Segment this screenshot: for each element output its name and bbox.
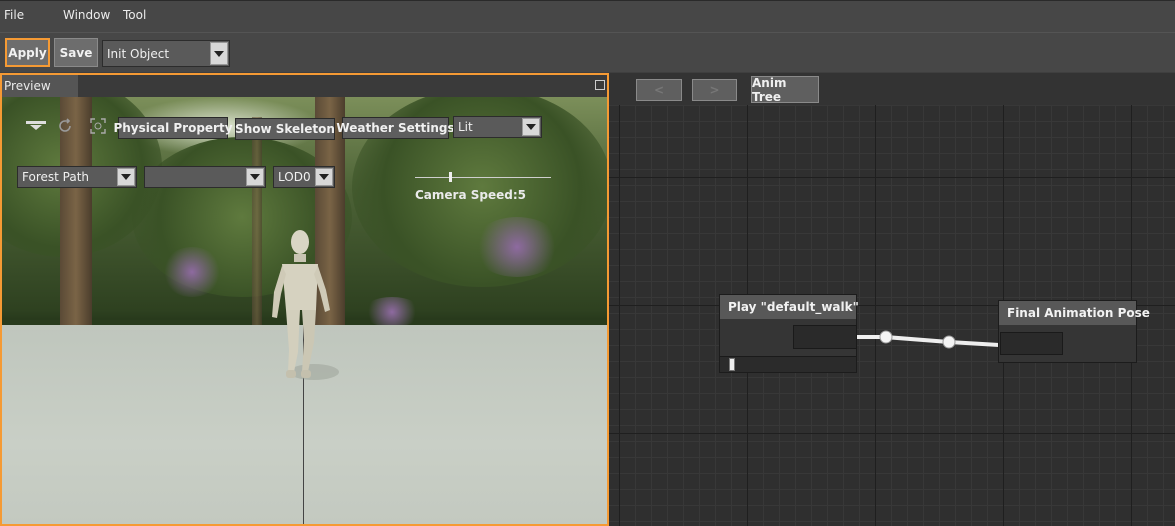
chevron-down-icon <box>210 42 228 65</box>
preview-panel: Preview Physical Property Show Skeleton … <box>0 73 609 526</box>
flowers <box>162 247 222 297</box>
lod-value: LOD0 <box>278 170 311 184</box>
node-final-animation-pose[interactable]: Final Animation Pose <box>998 300 1150 363</box>
anim-graph-panel[interactable]: < > Anim Tree Play "default_walk" Final … <box>609 73 1175 526</box>
main-toolbar: Apply Save Init Object <box>0 32 1175 72</box>
chevron-down-icon <box>246 168 264 186</box>
chevron-down-icon <box>315 168 333 186</box>
node-progress-handle[interactable] <box>729 358 735 371</box>
apply-button[interactable]: Apply <box>5 38 50 67</box>
flowers <box>362 297 422 327</box>
camera-speed-slider-thumb[interactable] <box>449 172 452 182</box>
environment-value: Forest Path <box>22 170 90 184</box>
menu-bar: File Window Tool <box>0 0 1175 32</box>
lighting-mode-value: Lit <box>458 120 473 134</box>
editor-app: File Window Tool Apply Save Init Object … <box>0 0 1175 526</box>
back-button[interactable]: < <box>636 79 682 101</box>
view-menu-button[interactable] <box>22 116 50 136</box>
menu-bar-border <box>0 0 1175 1</box>
preview-viewport[interactable]: Physical Property Show Skeleton Weather … <box>2 97 607 524</box>
flowers <box>472 217 562 277</box>
node-output-slot[interactable] <box>793 325 857 349</box>
forward-button-label: > <box>709 83 720 97</box>
node-title: Final Animation Pose <box>999 301 1150 325</box>
object-select[interactable]: Init Object <box>102 40 230 67</box>
anim-tree-button[interactable]: Anim Tree <box>751 76 819 104</box>
fit-view-icon[interactable] <box>87 116 109 136</box>
chevron-down-icon <box>522 118 540 136</box>
menu-tool[interactable]: Tool <box>123 8 146 22</box>
camera-speed-label: Camera Speed:5 <box>415 188 526 202</box>
chevron-down-icon <box>117 168 135 186</box>
tab-preview[interactable]: Preview <box>2 75 78 97</box>
save-button[interactable]: Save <box>54 38 98 67</box>
lod-select[interactable]: LOD0 <box>273 166 335 188</box>
environment-select[interactable]: Forest Path <box>17 166 137 188</box>
weather-settings-button[interactable]: Weather Settings <box>336 117 455 139</box>
forward-button[interactable]: > <box>692 79 737 101</box>
graph-toolbar: < > Anim Tree <box>609 73 1175 105</box>
tree-trunk <box>252 117 262 327</box>
lighting-mode-select[interactable]: Lit <box>453 116 542 138</box>
back-button-label: < <box>653 83 665 97</box>
preview-panel-header: Preview <box>2 75 607 97</box>
menu-file[interactable]: File <box>4 8 24 22</box>
node-connection-wire <box>857 330 1000 349</box>
physical-property-button[interactable]: Physical Property <box>113 117 233 139</box>
triangle-down-icon <box>26 121 46 130</box>
object-select-value: Init Object <box>107 46 170 61</box>
character-model[interactable] <box>264 222 354 422</box>
menu-window[interactable]: Window <box>63 8 110 22</box>
node-title: Play "default_walk" <box>720 295 859 319</box>
node-play-default-walk[interactable]: Play "default_walk" <box>719 294 859 373</box>
refresh-icon[interactable] <box>54 116 76 136</box>
show-skeleton-button[interactable]: Show Skeleton <box>235 118 335 140</box>
camera-speed-slider[interactable] <box>415 177 551 178</box>
node-input-slot[interactable] <box>1000 332 1063 355</box>
maximize-icon[interactable] <box>595 80 605 90</box>
secondary-select[interactable] <box>144 166 266 188</box>
node-progress-bar <box>720 356 856 372</box>
